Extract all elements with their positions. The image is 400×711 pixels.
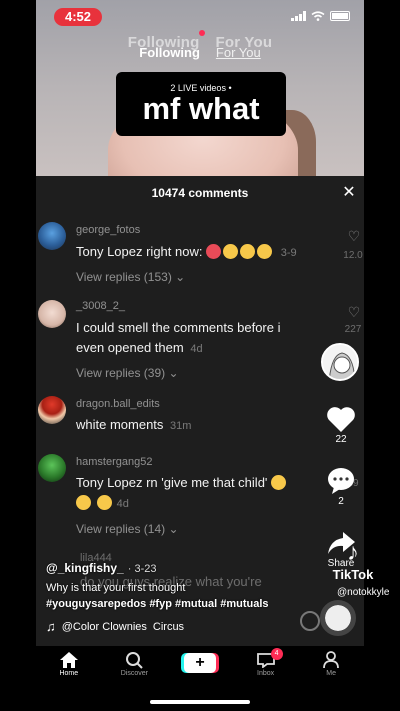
nav-home-label: Home — [59, 670, 79, 677]
like-count: 22 — [335, 434, 347, 445]
grimace-emoji-icon — [223, 244, 239, 259]
comment-body: Tony Lopez right now: — [76, 244, 203, 259]
avatar[interactable] — [38, 222, 66, 250]
comment-body: I could smell the comments before i even… — [76, 320, 281, 355]
bottom-nav: Home Discover + 4 Inbox Me — [36, 646, 364, 686]
caption-text: mf what — [142, 91, 260, 126]
music-author: @Color Clownies — [61, 620, 147, 633]
nav-home[interactable]: Home — [41, 650, 97, 677]
video-caption: 2 LIVE videos • mf what — [116, 72, 286, 136]
music-info[interactable]: ♫ @Color Clownies Circus — [46, 619, 184, 634]
comment-username[interactable]: dragon.ball_edits — [76, 398, 160, 410]
comment-action[interactable]: 2 — [324, 466, 358, 507]
video-date: · 3-23 — [127, 563, 157, 575]
comment-body: Tony Lopez rn 'give me that child' — [76, 475, 268, 490]
view-replies-button[interactable]: View replies (39) ⌄ — [76, 366, 179, 380]
avatar[interactable] — [38, 454, 66, 482]
tab-for-you[interactable]: For You — [216, 45, 261, 60]
comment-date: 4d — [190, 343, 203, 355]
music-note-icon: ♫ — [46, 619, 56, 634]
tiktok-logo-text: TikTok — [332, 567, 374, 582]
heart-outline-icon[interactable]: ♡ — [346, 304, 362, 321]
avatar[interactable] — [38, 396, 66, 424]
view-replies-button[interactable]: View replies (14) ⌄ — [76, 522, 179, 536]
avatar[interactable] — [38, 300, 66, 328]
disc-cover-icon — [325, 605, 351, 631]
ghost-circle-icon — [300, 611, 320, 631]
battery-icon — [330, 11, 350, 21]
view-replies-button[interactable]: View replies (153) ⌄ — [76, 270, 185, 284]
comment-body: white moments — [76, 417, 164, 432]
status-time: 4:52 — [54, 8, 102, 26]
wifi-icon — [311, 11, 325, 21]
comment-text: Tony Lopez right now: 3-9 — [76, 242, 316, 263]
tab-following[interactable]: Following — [139, 45, 200, 60]
grimace-emoji-icon — [257, 244, 273, 259]
comments-count-title: 10474 comments — [151, 186, 249, 200]
comment-count: 2 — [338, 496, 344, 507]
comment-text: white moments 31m — [76, 415, 316, 436]
search-icon — [106, 650, 162, 670]
comment-like-count: 12.0 — [343, 250, 363, 261]
video-author[interactable]: @_kingfishy_ · 3-23 — [46, 561, 156, 575]
music-title: Circus — [152, 620, 185, 633]
live-videos-label[interactable]: 2 LIVE videos • — [116, 72, 286, 93]
tiktok-logo-icon: ♪ — [347, 539, 359, 566]
profile-icon — [303, 650, 359, 670]
tiktok-handle: @notokkyle — [337, 587, 390, 598]
nav-discover[interactable]: Discover — [106, 650, 162, 677]
grimace-emoji-icon — [240, 244, 256, 259]
phone-screen: 4:52 Following For You Following For You 2… — [36, 0, 364, 711]
nav-create[interactable]: + — [172, 650, 228, 673]
tiktok-watermark: ♪ TikTok — [306, 540, 400, 584]
nav-inbox-label: Inbox — [257, 670, 275, 677]
comment-date: 31m — [170, 420, 192, 432]
chevron-down-icon: ⌄ — [168, 366, 179, 380]
chevron-down-icon: ⌄ — [175, 270, 186, 284]
home-indicator — [150, 700, 250, 704]
status-bar: 4:52 — [36, 0, 364, 34]
view-replies-label: View replies (39) — [76, 366, 166, 380]
comment-username[interactable]: _3008_2_ — [76, 300, 125, 312]
grimace-emoji-icon — [96, 495, 112, 510]
comment-text: Tony Lopez rn 'give me that child' 4d — [76, 473, 296, 514]
comment-date: 3-9 — [280, 247, 297, 259]
video-hashtags[interactable]: #youguysarepedos #fyp #mutual #mutuals — [46, 598, 269, 610]
music-disc[interactable] — [320, 600, 356, 636]
comment-text: I could smell the comments before i even… — [76, 318, 311, 359]
creator-avatar[interactable] — [321, 343, 359, 381]
comment-bubble-icon — [324, 466, 358, 496]
angry-emoji-icon — [206, 244, 222, 259]
video-description: Why is that your first thought — [46, 582, 186, 594]
plus-icon: + — [183, 653, 216, 673]
nav-discover-label: Discover — [120, 670, 148, 677]
home-icon — [41, 650, 97, 670]
comment-username[interactable]: george_fotos — [76, 224, 140, 236]
grimace-emoji-icon — [271, 475, 287, 490]
inbox-icon — [238, 650, 294, 670]
nav-me[interactable]: Me — [303, 650, 359, 677]
like-action[interactable]: 22 — [324, 404, 358, 445]
status-icons — [291, 11, 350, 21]
inbox-badge: 4 — [270, 648, 283, 660]
grimace-emoji-icon — [76, 495, 91, 510]
comment-like-count: 227 — [344, 324, 362, 335]
video-author-name: @_kingfishy_ — [46, 561, 124, 575]
chevron-down-icon: ⌄ — [168, 522, 179, 536]
comments-header: 10474 comments ✕ — [36, 176, 364, 210]
heart-outline-icon[interactable]: ♡ — [346, 228, 362, 245]
view-replies-label: View replies (153) — [76, 270, 172, 284]
comment-username[interactable]: hamstergang52 — [76, 456, 152, 468]
nav-inbox[interactable]: 4 Inbox — [238, 648, 294, 677]
heart-icon — [324, 404, 358, 434]
signal-icon — [291, 11, 306, 21]
feed-tabs: Following For You — [36, 45, 364, 60]
nav-me-label: Me — [326, 670, 337, 677]
comment-date: 4d — [116, 498, 129, 510]
view-replies-label: View replies (14) — [76, 522, 166, 536]
close-icon[interactable]: ✕ — [334, 176, 364, 210]
